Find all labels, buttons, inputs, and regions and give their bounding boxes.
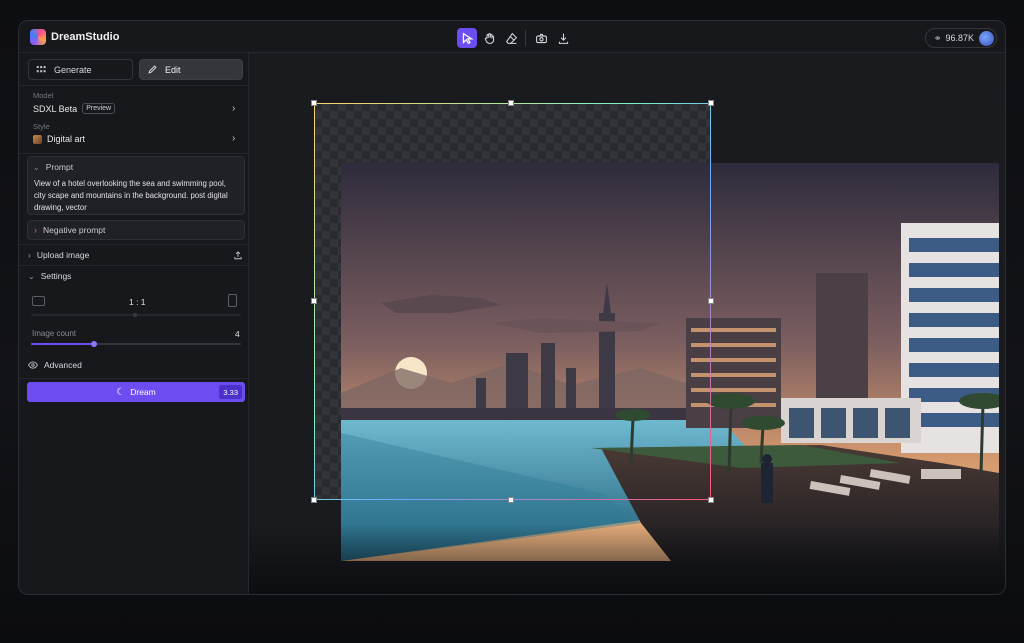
upload-image-label: Upload image	[36, 250, 90, 260]
resize-handle-top-left[interactable]	[311, 100, 317, 106]
top-bar: DreamStudio ⚭ 96.87K	[19, 21, 1005, 53]
grid-icon	[36, 66, 46, 73]
aspect-ratio-slider[interactable]	[31, 313, 241, 317]
sidebar: Generate Edit Model SDXL Beta Preview › …	[19, 53, 249, 594]
edit-button[interactable]: Edit	[139, 59, 243, 80]
resize-handle-right[interactable]	[708, 298, 714, 304]
credits-value: 96.87K	[945, 33, 974, 43]
chevron-right-icon: ›	[34, 225, 37, 235]
advanced-toggle[interactable]: Advanced	[19, 355, 249, 375]
advanced-label: Advanced	[44, 360, 82, 370]
resize-handle-left[interactable]	[311, 298, 317, 304]
upload-image-row[interactable]: › Upload image	[19, 245, 249, 265]
dreamstudio-logo-icon	[30, 29, 46, 45]
canvas-area[interactable]	[249, 53, 1005, 594]
style-thumbnail-icon	[33, 134, 42, 144]
negative-prompt-panel[interactable]: › Negative prompt	[27, 220, 245, 240]
dream-label: Dream	[130, 387, 156, 397]
image-count-fill	[31, 343, 94, 345]
chevron-down-icon: ⌄	[33, 162, 40, 172]
image-count-slider[interactable]	[31, 341, 241, 347]
model-label: Model	[33, 91, 54, 100]
eraser-tool-icon[interactable]	[501, 28, 521, 48]
hand-tool-icon[interactable]	[479, 28, 499, 48]
preview-badge: Preview	[82, 103, 116, 114]
negative-prompt-title: Negative prompt	[43, 225, 106, 235]
divider	[19, 378, 249, 379]
style-value: Digital art	[47, 134, 86, 144]
eye-icon	[28, 361, 38, 369]
coins-icon: ⚭	[933, 32, 942, 43]
select-tool-icon[interactable]	[457, 28, 477, 48]
credits-badge[interactable]: ⚭ 96.87K	[924, 28, 997, 48]
chevron-down-icon: ⌄	[28, 271, 35, 281]
toolbar-divider	[525, 30, 526, 46]
avatar[interactable]	[979, 31, 994, 46]
chevron-right-icon[interactable]: ›	[232, 133, 235, 144]
dream-button[interactable]: ☾ Dream 3.33	[27, 382, 245, 402]
resize-handle-bottom[interactable]	[508, 497, 514, 503]
generate-button[interactable]: Generate	[28, 59, 133, 80]
style-label: Style	[33, 122, 50, 131]
model-value: SDXL Beta	[33, 103, 78, 114]
camera-icon[interactable]	[531, 28, 551, 48]
resize-handle-bottom-right[interactable]	[708, 497, 714, 503]
image-count-knob[interactable]	[91, 341, 97, 347]
download-icon[interactable]	[553, 28, 573, 48]
divider	[19, 153, 249, 154]
moon-icon: ☾	[116, 386, 126, 398]
aspect-ratio-value: 1 : 1	[129, 297, 146, 307]
generate-label: Generate	[54, 64, 92, 75]
edit-label: Edit	[165, 64, 181, 75]
prompt-header[interactable]: ⌄ Prompt	[33, 162, 73, 172]
resize-handle-top[interactable]	[508, 100, 514, 106]
prompt-panel[interactable]: ⌄ Prompt View of a hotel overlooking the…	[27, 156, 245, 215]
upload-icon[interactable]	[233, 250, 243, 260]
prompt-textarea[interactable]: View of a hotel overlooking the sea and …	[34, 178, 234, 213]
divider	[19, 85, 249, 86]
style-selector[interactable]: Digital art	[33, 134, 85, 144]
app-title: DreamStudio	[51, 31, 120, 43]
portrait-ratio-icon[interactable]	[228, 294, 237, 307]
dream-cost-badge: 3.33	[219, 385, 242, 399]
selection-frame[interactable]	[314, 103, 711, 500]
image-count-value: 4	[235, 329, 240, 339]
chevron-right-icon: ›	[28, 250, 31, 260]
landscape-ratio-icon[interactable]	[32, 296, 45, 306]
settings-header[interactable]: ⌄ Settings	[19, 266, 249, 286]
prompt-title: Prompt	[45, 162, 74, 172]
chevron-right-icon[interactable]: ›	[232, 103, 235, 114]
app-window: DreamStudio ⚭ 96.87K Generate Edit Model…	[18, 20, 1006, 595]
resize-handle-top-right[interactable]	[708, 100, 714, 106]
settings-title: Settings	[40, 271, 72, 281]
image-count-label: Image count	[32, 329, 77, 338]
model-selector[interactable]: SDXL Beta Preview	[33, 103, 116, 114]
bottom-fade-overlay	[249, 524, 1005, 594]
pencil-icon	[148, 65, 157, 74]
resize-handle-bottom-left[interactable]	[311, 497, 317, 503]
aspect-ratio-knob[interactable]	[133, 313, 137, 317]
